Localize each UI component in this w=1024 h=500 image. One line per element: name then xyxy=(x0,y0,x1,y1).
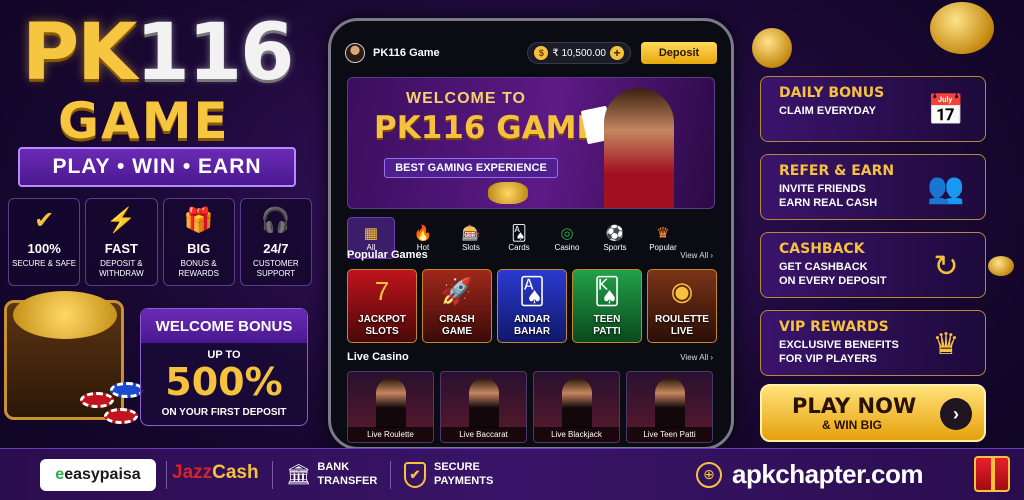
dealer-image xyxy=(562,378,592,428)
divider xyxy=(166,461,167,489)
welcome-bonus-percent: 500% xyxy=(165,360,283,404)
gift-icon: 🎁 xyxy=(183,206,214,234)
view-all-link[interactable]: View All › xyxy=(680,251,713,260)
live-table-roulette[interactable]: Live Roulette xyxy=(347,371,434,443)
lightning-icon: ⚡ xyxy=(106,206,137,234)
section-title: Popular Games xyxy=(347,249,428,261)
feature-list: ✔ 100% SECURE & SAFE ⚡ FAST DEPOSIT & WI… xyxy=(8,198,312,286)
avatar[interactable] xyxy=(345,43,365,63)
hero-line2: PK116 GAME xyxy=(374,110,598,146)
slot-machine-icon: 🎰 xyxy=(461,224,481,242)
secure-payments: ✔ SECURE PAYMENTS xyxy=(404,461,493,489)
promo-daily-bonus[interactable]: DAILY BONUS CLAIM EVERYDAY 📅 xyxy=(760,76,986,142)
coin-icon: $ xyxy=(534,46,549,60)
hero-banner[interactable]: WELCOME TO PK116 GAME BEST GAMING EXPERI… xyxy=(347,77,715,209)
logo-game: GAME xyxy=(58,92,230,150)
rocket-icon: 🚀 xyxy=(440,276,474,306)
grid-icon: ▦ xyxy=(363,224,379,242)
promo-vip-rewards[interactable]: VIP REWARDS EXCLUSIVE BENEFITS FOR VIP PL… xyxy=(760,310,986,376)
divider xyxy=(390,461,391,489)
chevron-right-icon: › xyxy=(940,398,972,430)
popular-games-list: 7 JACKPOT SLOTS 🚀 CRASH GAME 🂡 ANDAR BAHAR … xyxy=(347,269,717,343)
feature-secure: ✔ 100% SECURE & SAFE xyxy=(8,198,81,286)
coin-pile-icon xyxy=(488,182,528,204)
slot-machine-icon: 7 xyxy=(374,276,390,306)
promo-cashback[interactable]: CASHBACK GET CASHBACK ON EVERY DEPOSIT ↻ xyxy=(760,232,986,298)
cards-icon: 🂡 xyxy=(511,224,527,242)
cards-icon: 🂮 xyxy=(593,276,621,306)
hero-model-image xyxy=(604,88,674,208)
app-header: PK116 Game $ ₹ 10,500.00 + Deposit xyxy=(345,39,717,67)
promo-panel: DAILY BONUS CLAIM EVERYDAY 📅 REFER & EAR… xyxy=(760,76,986,388)
view-all-link[interactable]: View All › xyxy=(680,353,713,362)
site-link[interactable]: ⊕ apkchapter.com xyxy=(696,459,923,490)
coin-icon xyxy=(752,28,792,68)
jazzcash-logo: JazzCash xyxy=(172,462,259,483)
bank-transfer: 🏛 BANK TRANSFER xyxy=(286,461,378,487)
crown-icon: ♛ xyxy=(656,224,670,242)
live-casino-list: Live Roulette Live Baccarat Live Blackja… xyxy=(347,371,717,443)
welcome-bonus-card[interactable]: WELCOME BONUS UP TO 500% ON YOUR FIRST D… xyxy=(140,308,308,426)
live-casino-header: Live Casino View All › xyxy=(347,351,713,363)
roulette-icon: ◉ xyxy=(670,276,694,306)
section-title: Live Casino xyxy=(347,351,409,363)
balance-value: ₹ 10,500.00 xyxy=(552,47,606,59)
chip-icon: ◎ xyxy=(560,224,574,242)
wallet-balance[interactable]: $ ₹ 10,500.00 + xyxy=(527,42,631,64)
logo-pk116: PK116 xyxy=(22,8,294,98)
coin-icon xyxy=(930,2,994,54)
vip-crown-icon: ♛ xyxy=(932,327,960,361)
calendar-gift-icon: 📅 xyxy=(927,93,965,127)
referral-icon: 👥 xyxy=(927,171,965,205)
hero-line3: BEST GAMING EXPERIENCE xyxy=(384,158,558,178)
divider xyxy=(272,461,273,489)
deposit-button[interactable]: Deposit xyxy=(641,42,717,64)
promo-refer-earn[interactable]: REFER & EARN INVITE FRIENDS EARN REAL CAS… xyxy=(760,154,986,220)
coin-icon xyxy=(988,256,1014,276)
flame-icon: 🔥 xyxy=(413,224,433,242)
payment-footer: e easypaisa JazzCash 🏛 BANK TRANSFER ✔ SEC… xyxy=(0,448,1024,500)
game-teen-patti[interactable]: 🂮 TEEN PATTI xyxy=(572,269,642,343)
game-crash[interactable]: 🚀 CRASH GAME xyxy=(422,269,492,343)
gift-box-icon xyxy=(974,456,1010,492)
shield-check-icon: ✔ xyxy=(404,461,426,488)
headset-icon: 🎧 xyxy=(260,206,291,234)
soccer-ball-icon: ⚽ xyxy=(605,224,625,242)
live-table-baccarat[interactable]: Live Baccarat xyxy=(440,371,527,443)
popular-games-header: Popular Games View All › xyxy=(347,249,713,261)
feature-fast: ⚡ FAST DEPOSIT & WITHDRAW xyxy=(85,198,158,286)
cashback-arrow-icon: ↻ xyxy=(933,249,959,283)
tagline-ribbon: PLAY • WIN • EARN xyxy=(18,147,296,187)
cards-icon: 🂡 xyxy=(518,276,546,306)
shield-check-icon: ✔ xyxy=(34,206,55,234)
game-roulette-live[interactable]: ◉ ROULETTE LIVE xyxy=(647,269,717,343)
live-table-teen-patti[interactable]: Live Teen Patti xyxy=(626,371,713,443)
app-title: PK116 Game xyxy=(373,47,440,59)
left-panel: PK116 GAME PLAY • WIN • EARN ✔ 100% SECU… xyxy=(0,0,320,448)
feature-bonus: 🎁 BIG BONUS & REWARDS xyxy=(162,198,235,286)
hero-line1: WELCOME TO xyxy=(406,90,526,107)
bank-icon: 🏛 xyxy=(286,464,312,487)
globe-icon: ⊕ xyxy=(696,461,722,488)
dealer-image xyxy=(376,378,406,428)
play-now-button[interactable]: PLAY NOW & WIN BIG › xyxy=(760,384,986,442)
game-jackpot-slots[interactable]: 7 JACKPOT SLOTS xyxy=(347,269,417,343)
phone-mockup: PK116 Game $ ₹ 10,500.00 + Deposit WELCO… xyxy=(328,18,734,450)
plus-icon[interactable]: + xyxy=(610,46,624,60)
welcome-bonus-title: WELCOME BONUS xyxy=(141,309,307,343)
game-andar-bahar[interactable]: 🂡 ANDAR BAHAR xyxy=(497,269,567,343)
easypaisa-logo: e easypaisa xyxy=(40,459,156,491)
dealer-image xyxy=(655,378,685,428)
dealer-image xyxy=(469,378,499,428)
live-table-blackjack[interactable]: Live Blackjack xyxy=(533,371,620,443)
feature-support: 🎧 24/7 CUSTOMER SUPPORT xyxy=(239,198,312,286)
welcome-bonus-subtitle: ON YOUR FIRST DEPOSIT xyxy=(161,407,287,418)
